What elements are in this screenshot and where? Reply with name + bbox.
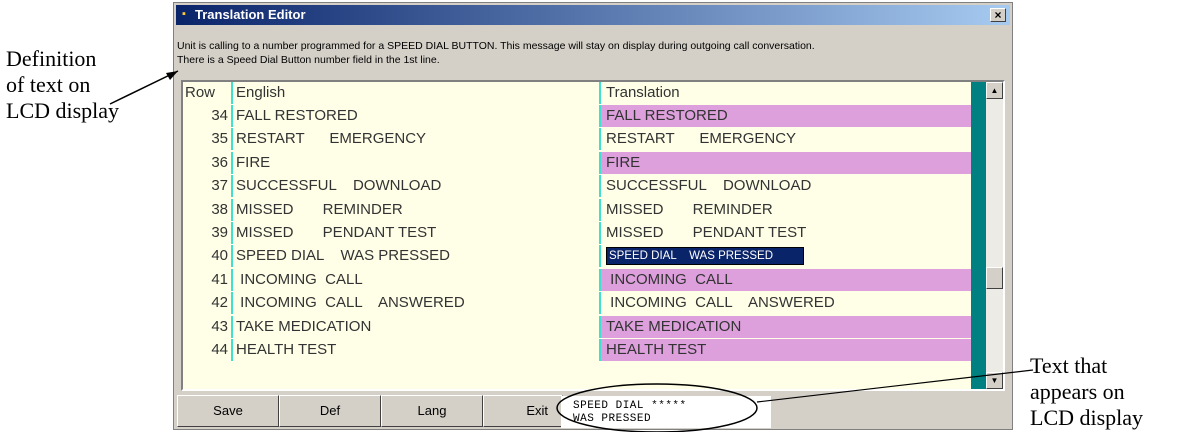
annotation-pointers [109, 70, 1034, 432]
lcd-highlight-ellipse [556, 383, 758, 432]
arrowhead-icon [166, 71, 178, 80]
